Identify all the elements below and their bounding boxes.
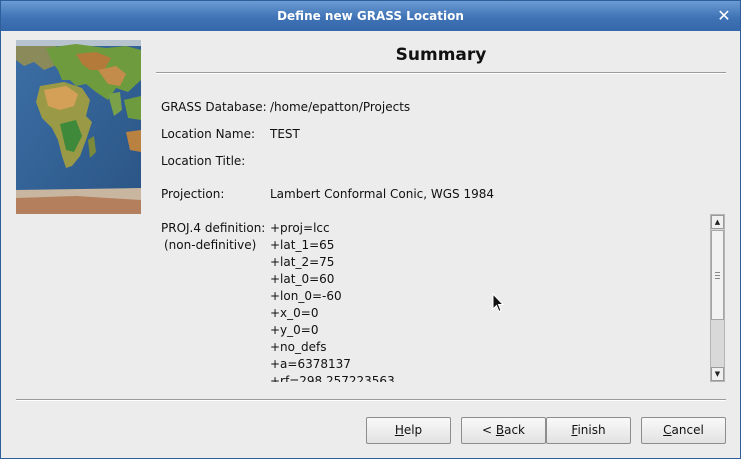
title-bar: Define new GRASS Location ✕	[1, 1, 740, 31]
proj4-line: +rf=298.257223563	[270, 374, 395, 382]
projection-value: Lambert Conformal Conic, WGS 1984	[270, 187, 495, 201]
scroll-down-arrow-icon[interactable]: ▼	[711, 367, 724, 381]
location-name-value: TEST	[270, 127, 300, 141]
scroll-up-arrow-icon[interactable]: ▲	[711, 215, 724, 229]
close-icon[interactable]: ✕	[716, 1, 732, 31]
proj4-line: +lon_0=-60	[270, 289, 342, 303]
proj4-definition-label: PROJ.4 definition:	[161, 221, 266, 235]
window-title: Define new GRASS Location	[277, 9, 464, 23]
proj4-non-definitive-label: (non-definitive)	[164, 238, 257, 252]
proj4-line: +no_defs	[270, 340, 327, 354]
proj4-line: +proj=lcc	[270, 221, 330, 235]
proj4-line: +x_0=0	[270, 306, 319, 320]
projection-label: Projection:	[161, 187, 225, 201]
world-map-image	[16, 40, 141, 214]
proj4-line: +lat_0=60	[270, 272, 335, 286]
grip-line	[715, 275, 720, 276]
summary-title: Summary	[395, 45, 487, 65]
help-button[interactable]: Help	[366, 417, 451, 444]
proj4-line: +lat_1=65	[270, 238, 335, 252]
back-button[interactable]: < Back	[461, 417, 546, 444]
dialog-window: Define new GRASS Location ✕ Summary GRAS…	[0, 0, 741, 459]
grip-line	[715, 278, 720, 279]
finish-button[interactable]: Finish	[546, 417, 631, 444]
bottom-divider	[16, 399, 726, 401]
proj4-definition-text[interactable]: +proj=lcc +lat_1=65 +lat_2=75 +lat_0=60 …	[270, 220, 700, 382]
top-divider	[156, 72, 726, 74]
scrollbar-thumb[interactable]	[711, 230, 724, 320]
proj4-line: +lat_2=75	[270, 255, 335, 269]
proj4-scrollbar[interactable]: ▲ ▼	[710, 214, 725, 382]
cancel-button[interactable]: Cancel	[641, 417, 726, 444]
location-title-label: Location Title:	[161, 154, 246, 168]
grip-line	[715, 272, 720, 273]
proj4-line: +y_0=0	[270, 323, 319, 337]
grass-database-label: GRASS Database:	[161, 100, 267, 114]
location-name-label: Location Name:	[161, 127, 256, 141]
grass-database-value: /home/epatton/Projects	[270, 100, 411, 114]
mouse-pointer-icon	[492, 293, 504, 313]
proj4-line: +a=6378137	[270, 357, 351, 371]
